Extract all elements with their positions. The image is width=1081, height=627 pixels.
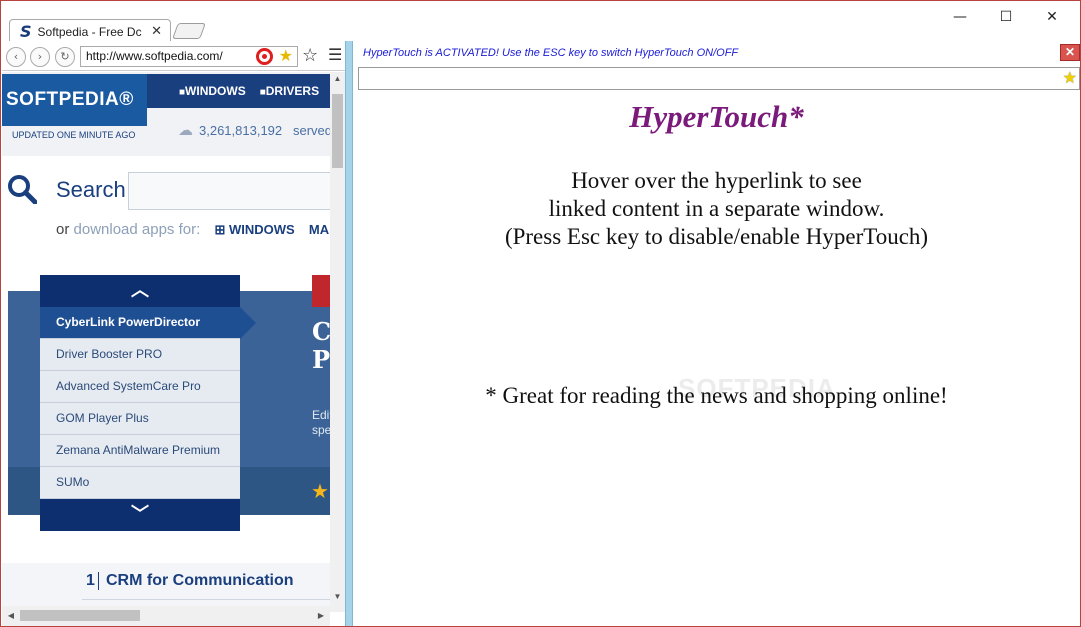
- reload-button[interactable]: ↻: [55, 47, 75, 67]
- browser-window: S Softpedia - Free Dc ✕ — ☐ ✕ ‹ › ↻ http…: [0, 0, 1081, 627]
- nav-windows[interactable]: WINDOWS: [179, 84, 246, 98]
- os-mac-link[interactable]: MA: [309, 222, 329, 237]
- back-button[interactable]: ‹: [6, 47, 26, 67]
- close-window-button[interactable]: ✕: [1029, 7, 1075, 27]
- star-outline-icon[interactable]: ☆: [302, 45, 318, 66]
- forward-button[interactable]: ›: [30, 47, 50, 67]
- search-icon[interactable]: [7, 174, 37, 204]
- softpedia-page: SOFTPEDIA® WINDOWS DRIVERS UPDATED ONE M…: [2, 72, 330, 612]
- softpedia-favicon-icon: S: [20, 22, 32, 41]
- carousel-up-button[interactable]: ︿: [40, 275, 240, 307]
- instruction-line-2: linked content in a separate window.: [548, 196, 885, 221]
- carousel-down-button[interactable]: ﹀: [40, 499, 240, 531]
- carousel-item-cyberlink[interactable]: CyberLink PowerDirector: [40, 307, 240, 339]
- download-apps-label: download apps for:: [73, 221, 201, 238]
- minimize-button[interactable]: —: [937, 7, 983, 27]
- banner-desc-line2: spe: [312, 423, 330, 437]
- carousel-item-sumo[interactable]: SUMo: [40, 467, 240, 499]
- os-windows-label: WINDOWS: [228, 222, 295, 237]
- banner-headline-line2: P: [312, 345, 330, 374]
- scroll-left-arrow-icon[interactable]: ◀: [4, 609, 18, 623]
- hypertouch-footnote: * Great for reading the news and shoppin…: [485, 383, 948, 408]
- scroll-right-arrow-icon[interactable]: ▶: [314, 609, 328, 623]
- hamburger-menu-icon[interactable]: ☰: [328, 45, 342, 64]
- nav-drivers[interactable]: DRIVERS: [260, 84, 319, 98]
- hypertouch-title: HyperTouch*: [629, 99, 804, 134]
- tab-title: Softpedia - Free Dc: [37, 24, 142, 39]
- carousel-item-driver-booster[interactable]: Driver Booster PRO: [40, 339, 240, 371]
- url-text: http://www.softpedia.com/: [86, 49, 223, 63]
- cloud-download-icon: ☁: [178, 122, 193, 139]
- hypertouch-instructions: Hover over the hyperlink to see linked c…: [353, 167, 1080, 251]
- browser-pane: ‹ › ↻ http://www.softpedia.com/ ★ ☆ ☰ SO…: [2, 41, 345, 626]
- crm-number: 1: [86, 572, 95, 589]
- os-windows-link[interactable]: ⊞ WINDOWS: [214, 222, 294, 237]
- hypertouch-address-bar[interactable]: ★: [358, 67, 1080, 90]
- softpedia-header: SOFTPEDIA® WINDOWS DRIVERS UPDATED ONE M…: [2, 72, 330, 156]
- instruction-line-1: Hover over the hyperlink to see: [571, 168, 862, 193]
- tab-close-icon[interactable]: ✕: [151, 23, 162, 39]
- download-apps-line: or download apps for: ⊞ WINDOWS MA: [56, 221, 329, 238]
- pane-splitter[interactable]: [345, 41, 353, 626]
- served-label: served c: [292, 123, 330, 138]
- search-input[interactable]: [128, 172, 330, 210]
- scroll-down-arrow-icon[interactable]: ▼: [330, 590, 345, 604]
- search-label: Search: [56, 177, 126, 202]
- rating-star-icon: ★: [311, 479, 329, 503]
- maximize-button[interactable]: ☐: [983, 7, 1029, 27]
- os-mac-label: MA: [308, 222, 330, 237]
- carousel-item-zemana[interactable]: Zemana AntiMalware Premium: [40, 435, 240, 467]
- vertical-scroll-thumb[interactable]: [332, 94, 343, 168]
- softpedia-logo[interactable]: SOFTPEDIA®: [2, 74, 147, 126]
- banner-headline-line1: C: [312, 317, 330, 346]
- download-count: ☁ 3,261,813,192 served c: [178, 121, 330, 139]
- featured-carousel: ︿ CyberLink PowerDirector Driver Booster…: [40, 275, 256, 531]
- hypertouch-pane: HyperTouch is ACTIVATED! Use the ESC key…: [353, 41, 1080, 626]
- vertical-scrollbar[interactable]: ▲ ▼: [330, 72, 345, 612]
- title-bar: S Softpedia - Free Dc ✕ — ☐ ✕: [1, 1, 1080, 43]
- softpedia-nav: WINDOWS DRIVERS: [147, 74, 330, 108]
- crm-link[interactable]: CRM for Communication: [98, 572, 294, 590]
- new-tab-button[interactable]: [172, 23, 206, 39]
- target-icon[interactable]: [256, 48, 273, 65]
- hypertouch-star-icon[interactable]: ★: [1063, 68, 1077, 87]
- browser-tab[interactable]: S Softpedia - Free Dc ✕: [9, 19, 171, 43]
- count-value: 3,261,813,192: [199, 123, 283, 138]
- scroll-up-arrow-icon[interactable]: ▲: [330, 72, 345, 86]
- crm-divider: [82, 599, 330, 600]
- carousel-item-gom-player[interactable]: GOM Player Plus: [40, 403, 240, 435]
- banner-red-tab: [312, 275, 330, 307]
- horizontal-scrollbar[interactable]: ◀ ▶: [2, 606, 330, 626]
- banner-desc-line1: Edit: [312, 408, 330, 422]
- hypertouch-close-button[interactable]: ✕: [1060, 44, 1080, 61]
- updated-label: UPDATED ONE MINUTE AGO: [12, 130, 136, 140]
- browser-toolbar: ‹ › ↻ http://www.softpedia.com/ ★ ☆ ☰: [2, 41, 345, 71]
- carousel-active-arrow: [240, 307, 256, 339]
- horizontal-scroll-thumb[interactable]: [20, 610, 140, 621]
- banner-description: Edit spe: [312, 408, 330, 438]
- address-bar[interactable]: http://www.softpedia.com/ ★: [80, 46, 298, 67]
- hypertouch-star-icon[interactable]: ★: [279, 46, 293, 65]
- banner-headline: C P: [312, 318, 330, 374]
- carousel-item-advanced-systemcare[interactable]: Advanced SystemCare Pro: [40, 371, 240, 403]
- instruction-line-3: (Press Esc key to disable/enable HyperTo…: [504, 224, 929, 249]
- hypertouch-status: HyperTouch is ACTIVATED! Use the ESC key…: [363, 47, 739, 59]
- or-label: or: [56, 221, 70, 238]
